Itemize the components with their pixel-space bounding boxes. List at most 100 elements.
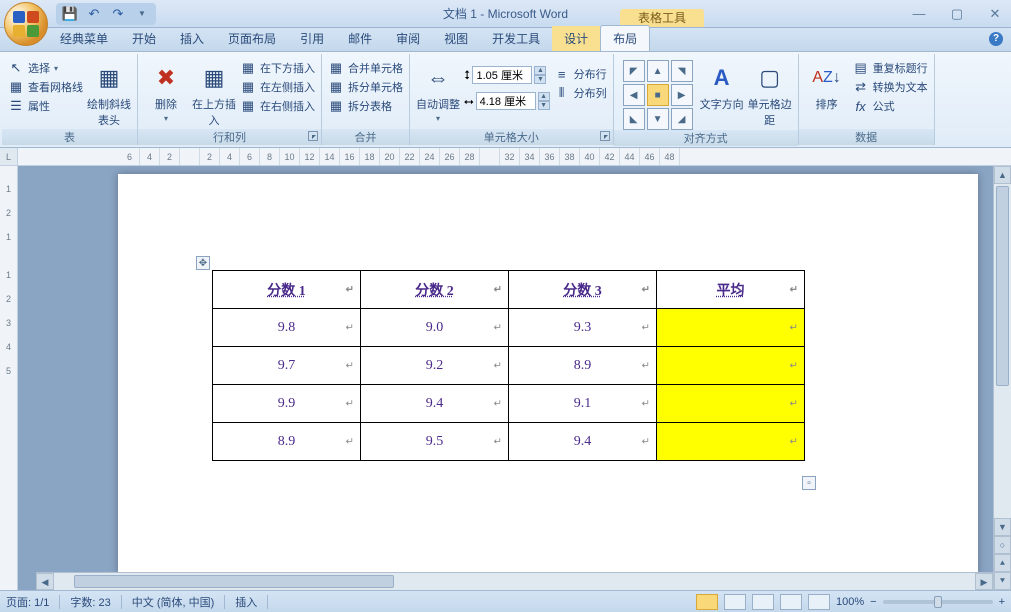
save-icon[interactable]: 💾: [62, 6, 78, 22]
office-button[interactable]: [4, 2, 48, 46]
dialog-launcher-icon[interactable]: [600, 131, 610, 141]
align-mc[interactable]: ■: [647, 84, 669, 106]
vscroll-thumb[interactable]: [996, 186, 1009, 386]
status-insert-mode[interactable]: 插入: [235, 594, 257, 610]
tab-mailings[interactable]: 邮件: [336, 26, 384, 51]
tab-home[interactable]: 开始: [120, 26, 168, 51]
tab-classic[interactable]: 经典菜单: [48, 26, 120, 51]
gridlines-button[interactable]: ▦查看网格线: [8, 79, 83, 95]
tab-table-layout[interactable]: 布局: [600, 25, 650, 51]
table-cell[interactable]: 9.7↵: [213, 347, 361, 385]
table-cell[interactable]: ↵: [657, 423, 805, 461]
view-print-layout[interactable]: [696, 594, 718, 610]
zoom-out-button[interactable]: −: [870, 596, 876, 608]
redo-icon[interactable]: ↷: [110, 6, 126, 22]
view-outline[interactable]: [780, 594, 802, 610]
table-cell[interactable]: 8.9↵: [509, 347, 657, 385]
status-words[interactable]: 字数: 23: [70, 594, 110, 610]
diagonal-header-button[interactable]: ▦绘制斜线表头: [87, 56, 131, 128]
table-resize-handle[interactable]: ▫: [802, 476, 816, 490]
delete-button[interactable]: ✖删除▾: [144, 56, 188, 123]
table-header[interactable]: 平均↵: [657, 271, 805, 309]
table-cell[interactable]: 9.2↵: [361, 347, 509, 385]
properties-button[interactable]: ☰属性: [8, 98, 50, 114]
table-header[interactable]: 分数 1↵: [213, 271, 361, 309]
insert-left-button[interactable]: ▦在左侧插入: [240, 79, 315, 95]
table-cell[interactable]: 9.1↵: [509, 385, 657, 423]
status-zoom[interactable]: 100%: [836, 596, 864, 608]
table-cell[interactable]: 9.9↵: [213, 385, 361, 423]
document-viewport[interactable]: ✥ 分数 1↵分数 2↵分数 3↵平均↵9.8↵9.0↵9.3↵↵9.7↵9.2…: [18, 166, 1011, 590]
hscroll-thumb[interactable]: [74, 575, 394, 588]
tab-table-design[interactable]: 设计: [552, 26, 600, 51]
autofit-button[interactable]: ⇔自动调整▾: [416, 56, 460, 123]
insert-below-button[interactable]: ▦在下方插入: [240, 60, 315, 76]
prev-page-icon[interactable]: ⯅: [994, 554, 1011, 572]
status-page[interactable]: 页面: 1/1: [6, 594, 49, 610]
next-page-icon[interactable]: ⯆: [994, 572, 1011, 590]
align-bl[interactable]: ◣: [623, 108, 645, 130]
table-cell[interactable]: 9.8↵: [213, 309, 361, 347]
insert-right-button[interactable]: ▦在右侧插入: [240, 98, 315, 114]
repeat-header-button[interactable]: ▤重复标题行: [853, 60, 928, 76]
close-button[interactable]: ✕: [985, 6, 1005, 22]
ruler-corner[interactable]: L: [0, 148, 18, 166]
table-header[interactable]: 分数 2↵: [361, 271, 509, 309]
merge-cells-button[interactable]: ▦合并单元格: [328, 60, 403, 76]
table-cell[interactable]: ↵: [657, 385, 805, 423]
tab-page-layout[interactable]: 页面布局: [216, 26, 288, 51]
align-tl[interactable]: ◤: [623, 60, 645, 82]
align-mr[interactable]: ▶: [671, 84, 693, 106]
table-cell[interactable]: ↵: [657, 309, 805, 347]
zoom-in-button[interactable]: +: [999, 596, 1005, 608]
scroll-down-icon[interactable]: ▼: [994, 518, 1011, 536]
tab-view[interactable]: 视图: [432, 26, 480, 51]
row-height-input[interactable]: ⭥▲▼: [464, 66, 546, 84]
insert-above-button[interactable]: ▦在上方插入: [192, 56, 236, 128]
qat-dropdown-icon[interactable]: ▼: [134, 6, 150, 22]
table-cell[interactable]: 8.9↵: [213, 423, 361, 461]
distribute-cols-button[interactable]: ⦀分布列: [554, 85, 607, 101]
view-full-screen[interactable]: [724, 594, 746, 610]
align-tr[interactable]: ◥: [671, 60, 693, 82]
split-table-button[interactable]: ▦拆分表格: [328, 98, 392, 114]
tab-developer[interactable]: 开发工具: [480, 26, 552, 51]
table-cell[interactable]: 9.3↵: [509, 309, 657, 347]
browse-object-icon[interactable]: ○: [994, 536, 1011, 554]
table-cell[interactable]: 9.0↵: [361, 309, 509, 347]
minimize-button[interactable]: —: [909, 6, 929, 22]
ruler-horizontal[interactable]: L 64224681012141618202224262832343638404…: [0, 148, 1011, 166]
page[interactable]: ✥ 分数 1↵分数 2↵分数 3↵平均↵9.8↵9.0↵9.3↵↵9.7↵9.2…: [118, 174, 978, 574]
distribute-rows-button[interactable]: ≡分布行: [554, 66, 607, 82]
align-ml[interactable]: ◀: [623, 84, 645, 106]
table-cell[interactable]: ↵: [657, 347, 805, 385]
zoom-knob[interactable]: [934, 596, 942, 608]
select-button[interactable]: ↖选择▾: [8, 60, 58, 76]
table-cell[interactable]: 9.4↵: [509, 423, 657, 461]
split-cells-button[interactable]: ▦拆分单元格: [328, 79, 403, 95]
tab-insert[interactable]: 插入: [168, 26, 216, 51]
status-language[interactable]: 中文 (简体, 中国): [132, 594, 215, 610]
convert-text-button[interactable]: ⇄转换为文本: [853, 79, 928, 95]
align-br[interactable]: ◢: [671, 108, 693, 130]
align-bc[interactable]: ▼: [647, 108, 669, 130]
spin-down-icon[interactable]: ▼: [538, 101, 550, 110]
formula-button[interactable]: fx公式: [853, 98, 895, 114]
maximize-button[interactable]: ▢: [947, 6, 967, 22]
horizontal-scrollbar[interactable]: ◀ ▶: [36, 572, 993, 590]
help-icon[interactable]: ?: [989, 32, 1003, 46]
text-direction-button[interactable]: A文字方向: [700, 56, 744, 112]
sort-button[interactable]: AZ↓排序: [805, 56, 849, 112]
cell-margins-button[interactable]: ▢单元格边距: [748, 56, 792, 128]
zoom-slider[interactable]: [883, 600, 993, 604]
ruler-vertical[interactable]: 12112345: [0, 166, 18, 590]
view-draft[interactable]: [808, 594, 830, 610]
tab-references[interactable]: 引用: [288, 26, 336, 51]
table-cell[interactable]: 9.5↵: [361, 423, 509, 461]
table-header[interactable]: 分数 3↵: [509, 271, 657, 309]
table-cell[interactable]: 9.4↵: [361, 385, 509, 423]
document-table[interactable]: 分数 1↵分数 2↵分数 3↵平均↵9.8↵9.0↵9.3↵↵9.7↵9.2↵8…: [212, 270, 805, 461]
spin-down-icon[interactable]: ▼: [534, 75, 546, 84]
col-width-input[interactable]: ⭤▲▼: [464, 92, 550, 110]
scroll-up-icon[interactable]: ▲: [994, 166, 1011, 184]
